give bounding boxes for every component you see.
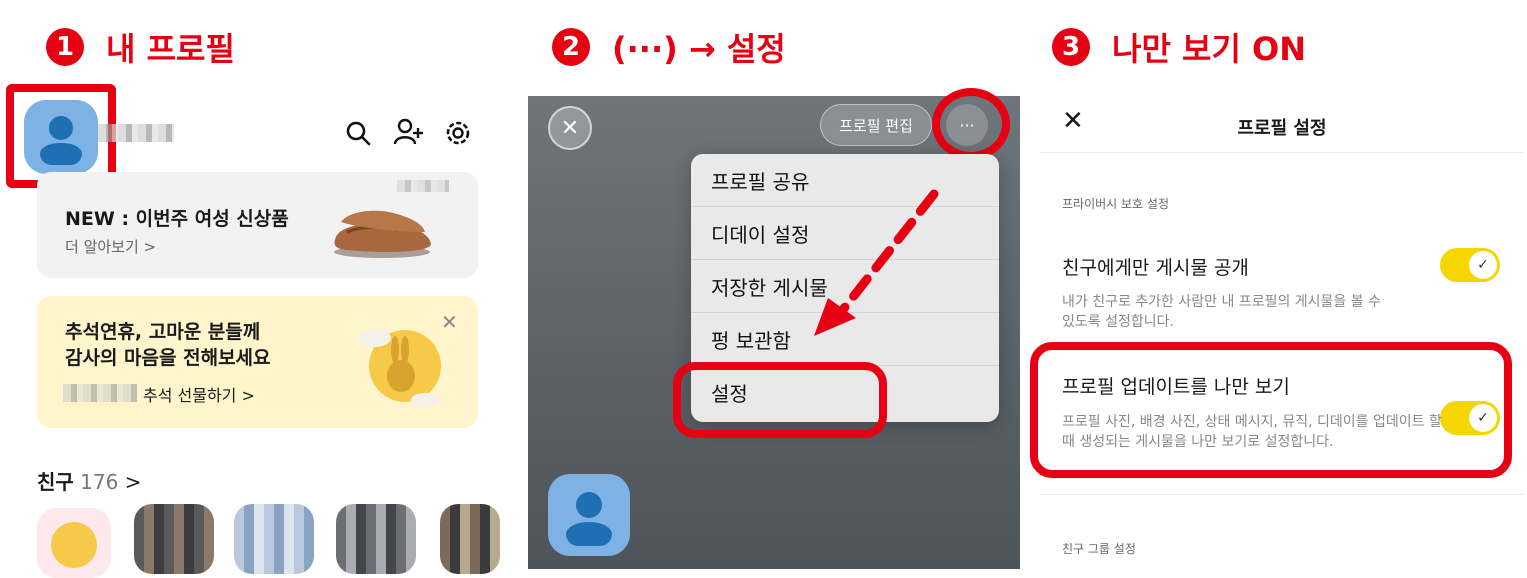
- friends-chevron: >: [124, 470, 142, 494]
- panel-profile-settings: ✕ 프로필 설정 프라이버시 보호 설정 친구에게만 게시물 공개 ✓ 내가 친…: [1030, 96, 1527, 569]
- search-icon[interactable]: [345, 120, 371, 146]
- step-2-badge: 2: [552, 28, 590, 66]
- option-friends-only-title: 친구에게만 게시물 공개: [1062, 257, 1249, 279]
- toggle-friends-only[interactable]: ✓: [1440, 248, 1500, 282]
- chuseok-link[interactable]: 추석 선물하기 >: [143, 382, 255, 406]
- friends-count: 176: [80, 470, 119, 494]
- step-3-number: 3: [1061, 32, 1081, 62]
- section-divider: [1040, 494, 1524, 495]
- step-1-title: 내 프로필: [106, 30, 235, 68]
- banner-chuseok[interactable]: 추석연휴, 고마운 분들께 감사의 마음을 전해보세요 추석 선물하기 > ✕: [37, 296, 478, 428]
- highlight-more-button: [932, 88, 1010, 160]
- moon-rabbit-illustration: [355, 320, 445, 410]
- friends-label: 친구: [37, 470, 74, 494]
- banner-link[interactable]: 더 알아보기 >: [65, 236, 156, 257]
- panel-profile-menu: ✕ 프로필 편집 ··· 프로필 공유 디데이 설정 저장한 게시물 펑 보관함…: [528, 88, 1020, 569]
- panel-my-profile: NEW : 이번주 여성 신상품 더 알아보기 > 추석연휴, 고마운 분들께 …: [0, 84, 500, 578]
- settings-icon[interactable]: [443, 118, 473, 148]
- step-2-title: (···) → 설정: [612, 30, 786, 68]
- friend-avatar[interactable]: [134, 504, 214, 574]
- highlight-only-me: [1030, 342, 1512, 478]
- chuseok-line2: 감사의 마음을 전해보세요: [65, 347, 271, 369]
- friends-header[interactable]: 친구 176 >: [37, 466, 141, 495]
- settings-title: 프로필 설정: [1237, 118, 1327, 139]
- step-1-number: 1: [55, 32, 75, 62]
- profile-avatar-large[interactable]: [548, 474, 630, 556]
- party-face-icon: [51, 522, 97, 568]
- shoe-image: [327, 202, 437, 262]
- option-friends-only-desc1: 내가 친구로 추가한 사람만 내 프로필의 게시물을 볼 수: [1062, 294, 1381, 310]
- friend-avatar[interactable]: [234, 504, 314, 574]
- highlight-settings: [673, 362, 887, 438]
- profile-name-blurred: [98, 124, 174, 142]
- section-privacy: 프라이버시 보호 설정: [1062, 197, 1169, 211]
- banner-title: NEW : 이번주 여성 신상품: [65, 208, 289, 230]
- step-2-number: 2: [561, 32, 581, 62]
- step-3-badge: 3: [1052, 28, 1090, 66]
- brand-logo-blurred: [63, 384, 137, 402]
- banner-new-products[interactable]: NEW : 이번주 여성 신상품 더 알아보기 >: [37, 172, 478, 278]
- step-3-title: 나만 보기 ON: [1112, 30, 1307, 68]
- edit-profile-button[interactable]: 프로필 편집: [820, 104, 932, 146]
- step-1-badge: 1: [46, 28, 84, 66]
- section-friend-groups: 친구 그룹 설정: [1062, 542, 1136, 556]
- add-friend-icon[interactable]: [393, 118, 425, 146]
- option-friends-only-desc2: 있도록 설정합니다.: [1062, 314, 1174, 330]
- friend-avatar[interactable]: [440, 504, 500, 574]
- check-icon: ✓: [1469, 251, 1497, 279]
- friend-emoji-avatar[interactable]: [37, 508, 111, 578]
- arrow-indicator: [808, 186, 948, 346]
- chuseok-line1: 추석연휴, 고마운 분들께: [65, 321, 261, 343]
- friend-avatar[interactable]: [336, 504, 416, 574]
- ad-label-blurred: [397, 180, 449, 192]
- close-icon[interactable]: ✕: [548, 106, 592, 150]
- header-divider: [1040, 152, 1524, 153]
